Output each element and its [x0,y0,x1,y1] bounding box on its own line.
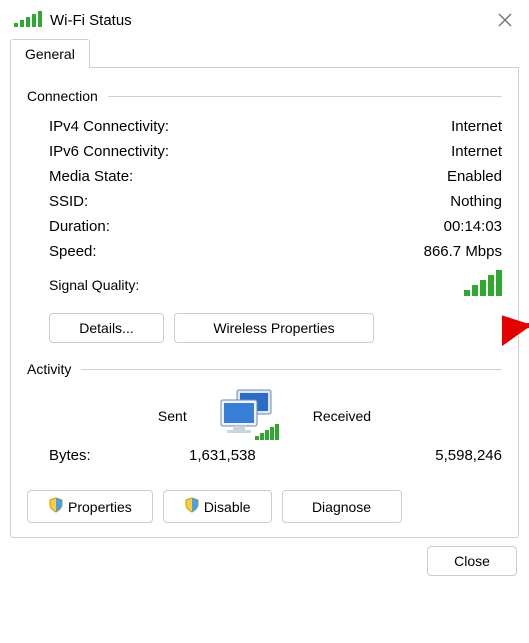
label-received: Received [313,408,371,424]
tab-strip: General [10,38,519,68]
value-bytes-received: 5,598,246 [435,447,502,464]
close-icon[interactable] [495,10,515,30]
row-bytes: Bytes: 1,631,538 5,598,246 [49,443,502,484]
dialog-footer: Close [0,538,529,588]
activity-graphic: Sent [27,387,502,443]
value-media-state: Enabled [447,168,502,185]
row-speed: Speed: 866.7 Mbps [49,239,502,264]
activity-group-heading: Activity [27,361,502,377]
properties-button-label: Properties [68,499,132,515]
label-duration: Duration: [49,218,110,235]
tab-general[interactable]: General [10,39,90,68]
disable-button[interactable]: Disable [163,490,272,523]
value-ipv4: Internet [451,118,502,135]
wifi-status-window: Wi-Fi Status General Connection IPv4 Con… [0,0,529,643]
annotation-arrow-icon [502,302,529,355]
computers-icon [215,391,285,441]
value-ssid: Nothing [450,193,502,210]
connection-buttons: Details... Wireless Properties [49,313,502,343]
wireless-properties-button[interactable]: Wireless Properties [174,313,374,343]
properties-button[interactable]: Properties [27,490,153,523]
window-title: Wi-Fi Status [50,12,132,29]
label-media-state: Media State: [49,168,133,185]
row-duration: Duration: 00:14:03 [49,214,502,239]
label-ssid: SSID: [49,193,88,210]
disable-button-label: Disable [204,499,251,515]
label-bytes: Bytes: [49,447,189,464]
activity-buttons: Properties Disable Diagnose [27,490,502,523]
connection-group-heading: Connection [27,88,502,104]
connection-heading-text: Connection [27,88,98,104]
row-signal-quality: Signal Quality: [27,264,502,313]
activity-heading-text: Activity [27,361,71,377]
close-button[interactable]: Close [427,546,517,576]
value-bytes-sent: 1,631,538 [189,447,256,464]
value-speed: 866.7 Mbps [424,243,502,260]
value-duration: 00:14:03 [444,218,502,235]
signal-quality-icon [464,270,502,299]
tab-panel-general: Connection IPv4 Connectivity: Internet I… [10,68,519,538]
diagnose-button[interactable]: Diagnose [282,490,402,523]
label-signal-quality: Signal Quality: [49,277,139,293]
shield-icon [48,497,64,516]
label-ipv4: IPv4 Connectivity: [49,118,169,135]
titlebar: Wi-Fi Status [0,0,529,38]
details-button[interactable]: Details... [49,313,164,343]
label-sent: Sent [158,408,187,424]
shield-icon [184,497,200,516]
row-ssid: SSID: Nothing [49,189,502,214]
connection-properties: IPv4 Connectivity: Internet IPv6 Connect… [27,114,502,264]
row-ipv6: IPv6 Connectivity: Internet [49,139,502,164]
label-speed: Speed: [49,243,97,260]
wifi-signal-icon [14,11,42,30]
value-ipv6: Internet [451,143,502,160]
row-ipv4: IPv4 Connectivity: Internet [49,114,502,139]
label-ipv6: IPv6 Connectivity: [49,143,169,160]
row-media-state: Media State: Enabled [49,164,502,189]
